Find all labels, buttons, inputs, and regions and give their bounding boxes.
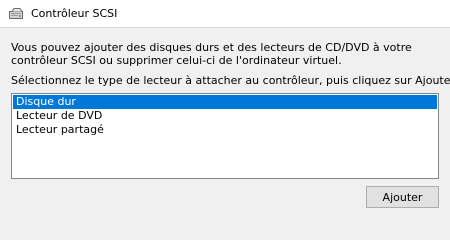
list-item-dvd-drive[interactable]: Lecteur de DVD xyxy=(13,109,437,123)
instruction-text: Sélectionnez le type de lecteur à attach… xyxy=(11,74,450,87)
panel-header: Contrôleur SCSI xyxy=(0,0,450,27)
drive-type-list[interactable]: Disque dur Lecteur de DVD Lecteur partag… xyxy=(11,93,439,179)
add-button[interactable]: Ajouter xyxy=(366,186,439,208)
header-divider xyxy=(0,27,450,28)
panel-title: Contrôleur SCSI xyxy=(31,7,118,20)
scsi-controller-panel: Contrôleur SCSI Vous pouvez ajouter des … xyxy=(0,0,450,213)
list-item-hard-disk[interactable]: Disque dur xyxy=(13,95,437,109)
list-item-shared-drive[interactable]: Lecteur partagé xyxy=(13,123,437,137)
hard-drive-icon xyxy=(8,6,24,22)
description-text: Vous pouvez ajouter des disques durs et … xyxy=(11,41,412,67)
